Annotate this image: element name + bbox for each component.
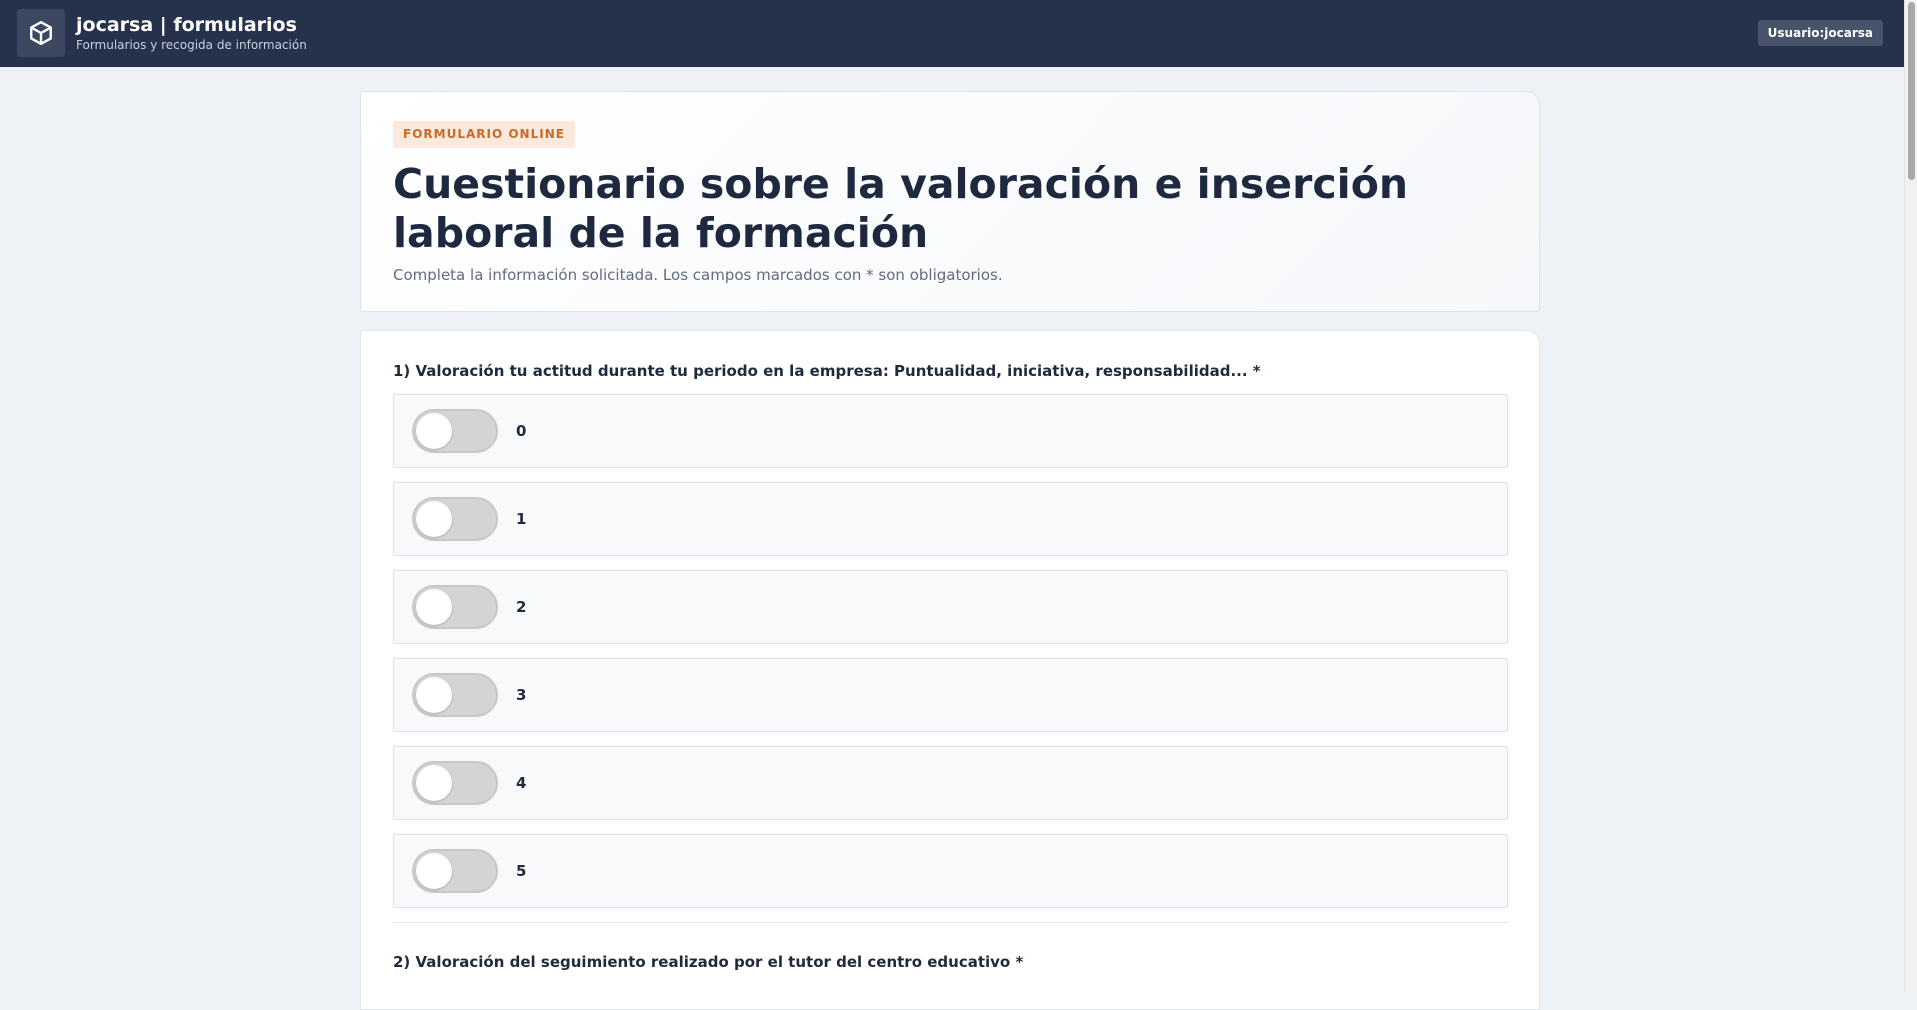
option-label: 5 xyxy=(516,862,527,880)
toggle-knob xyxy=(416,677,452,713)
logo[interactable] xyxy=(17,9,65,57)
user-badge[interactable]: Usuario:jocarsa xyxy=(1757,20,1883,46)
top-navbar: jocarsa | formularios Formularios y reco… xyxy=(0,0,1904,67)
form-description: Completa la información solicitada. Los … xyxy=(393,266,1003,284)
option-label: 0 xyxy=(516,422,527,440)
toggle-switch[interactable] xyxy=(412,409,498,453)
question-label: 1) Valoración tu actitud durante tu peri… xyxy=(393,362,1261,380)
page-scrollbar[interactable] xyxy=(1904,0,1917,992)
question-options: 0 1 2 3 4 5 xyxy=(393,394,1508,908)
option-row[interactable]: 5 xyxy=(393,834,1508,908)
option-row[interactable]: 2 xyxy=(393,570,1508,644)
option-label: 1 xyxy=(516,510,527,528)
page-title: Cuestionario sobre la valoración e inser… xyxy=(393,160,1409,257)
form-tag: FORMULARIO ONLINE xyxy=(393,121,575,148)
toggle-switch[interactable] xyxy=(412,585,498,629)
toggle-knob xyxy=(416,765,452,801)
option-label: 2 xyxy=(516,598,527,616)
toggle-knob xyxy=(416,853,452,889)
option-label: 4 xyxy=(516,774,527,792)
toggle-switch[interactable] xyxy=(412,849,498,893)
question-label: 2) Valoración del seguimiento realizado … xyxy=(393,953,1024,971)
brand-subtitle: Formularios y recogida de información xyxy=(76,38,307,52)
scrollbar-thumb[interactable] xyxy=(1908,2,1915,180)
toggle-switch[interactable] xyxy=(412,761,498,805)
option-row[interactable]: 0 xyxy=(393,394,1508,468)
form-header-card: FORMULARIO ONLINE Cuestionario sobre la … xyxy=(360,91,1540,312)
toggle-switch[interactable] xyxy=(412,497,498,541)
option-label: 3 xyxy=(516,686,527,704)
option-row[interactable]: 1 xyxy=(393,482,1508,556)
option-row[interactable]: 3 xyxy=(393,658,1508,732)
toggle-switch[interactable] xyxy=(412,673,498,717)
toggle-knob xyxy=(416,501,452,537)
form-body: 1) Valoración tu actitud durante tu peri… xyxy=(360,330,1540,1010)
brand: jocarsa | formularios Formularios y reco… xyxy=(76,13,307,53)
question-divider xyxy=(393,922,1508,923)
brand-title[interactable]: jocarsa | formularios xyxy=(76,13,307,37)
option-row[interactable]: 4 xyxy=(393,746,1508,820)
toggle-knob xyxy=(416,413,452,449)
toggle-knob xyxy=(416,589,452,625)
cube-icon xyxy=(30,20,52,46)
